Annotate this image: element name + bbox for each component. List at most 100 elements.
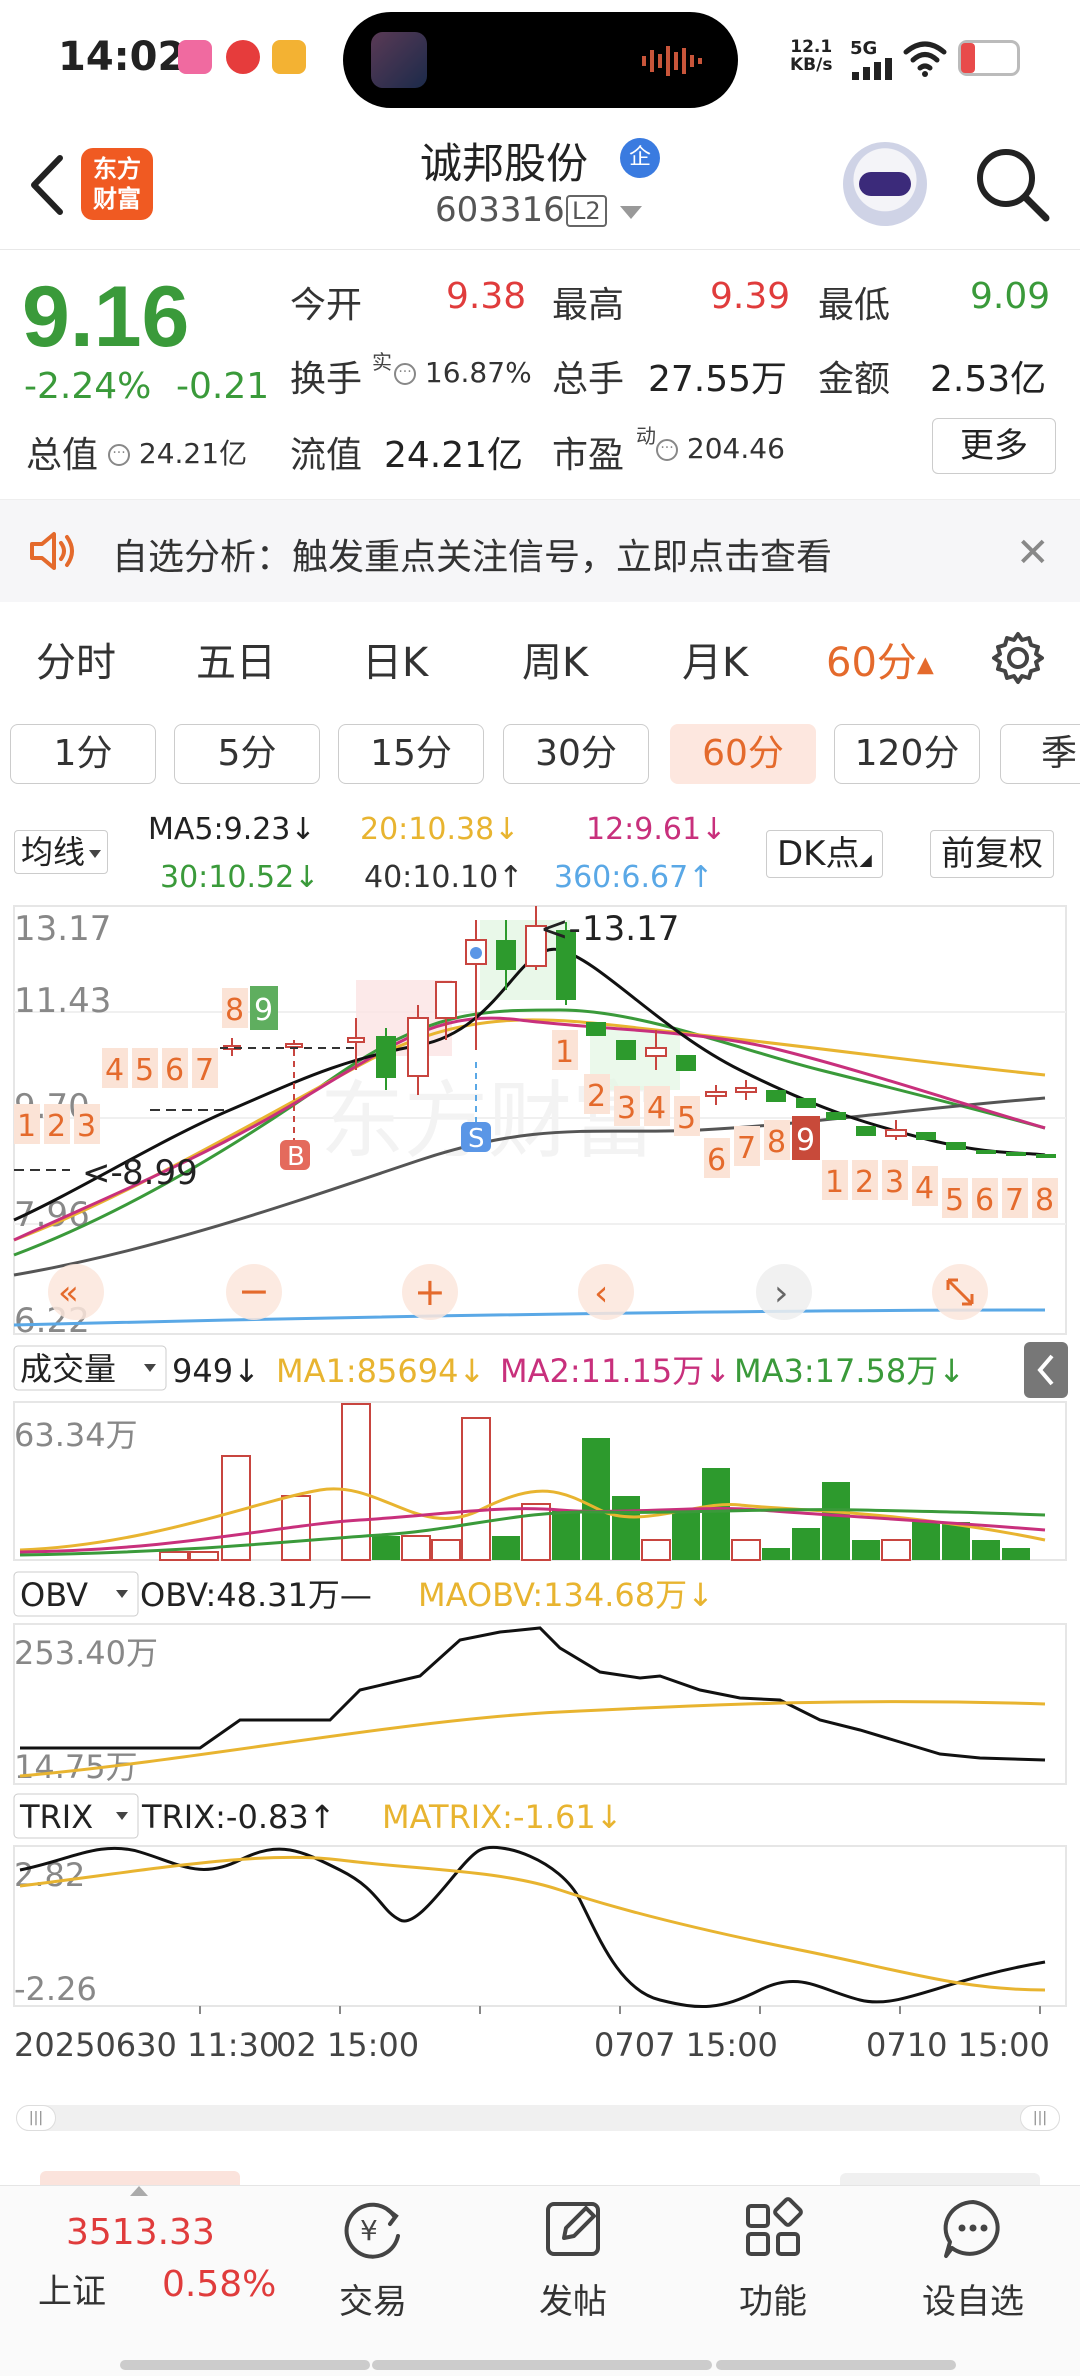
- tab-five-day[interactable]: 五日: [196, 630, 276, 688]
- range-scroller[interactable]: ||| |||: [16, 2105, 1060, 2131]
- alert-banner[interactable]: 自选分析：触发重点关注信号，立即点击查看 ✕: [0, 500, 1080, 602]
- market-cap-value: 24.21亿: [138, 437, 248, 470]
- robot-assistant-icon[interactable]: [843, 142, 927, 226]
- volume-bar: [822, 1482, 850, 1560]
- alert-text: 自选分析：触发重点关注信号，立即点击查看: [112, 537, 833, 578]
- volume-y-max: 63.34万: [14, 1416, 138, 1454]
- nav-add-watchlist-label: 设自选: [922, 2282, 1024, 2322]
- candle: [705, 1091, 727, 1097]
- signal-dot: [470, 947, 482, 959]
- tab-weekly-k[interactable]: 周K: [522, 630, 588, 688]
- count-a-1: 1: [17, 1109, 36, 1144]
- main-indicator-select[interactable]: 均线: [14, 830, 109, 874]
- dk-point-button[interactable]: DK点◢: [766, 830, 883, 878]
- battery-icon: [958, 40, 1020, 76]
- count-c-8: 8: [1035, 1183, 1054, 1218]
- app-logo[interactable]: 东方 财富: [81, 148, 153, 220]
- volume-bar: [702, 1468, 730, 1560]
- album-art-icon: [371, 32, 427, 88]
- obv-select-label: OBV: [20, 1576, 88, 1614]
- caret-down-icon[interactable]: [620, 206, 642, 219]
- gear-icon[interactable]: [990, 630, 1046, 686]
- tab-quarter[interactable]: 季: [1000, 724, 1080, 784]
- volume-ma2: MA2:11.15万↓: [500, 1352, 731, 1390]
- tab-monthly-k[interactable]: 月K: [682, 630, 748, 688]
- candle: [616, 1040, 636, 1060]
- candle: [1006, 1152, 1026, 1156]
- info-icon[interactable]: ···: [394, 363, 416, 385]
- search-icon[interactable]: [972, 144, 1052, 224]
- turnover-value-wrap: ··· 16.87%: [394, 356, 532, 389]
- corner-caret-icon: ◢: [859, 850, 872, 869]
- tab-60min-minute[interactable]: 60分: [670, 724, 816, 784]
- sell-marker-label: S: [468, 1124, 485, 1154]
- info-icon[interactable]: ···: [108, 444, 130, 466]
- trix-line: [19, 1845, 1046, 2008]
- nav-post[interactable]: 发帖: [508, 2196, 638, 2336]
- tab-60min[interactable]: 60分▲: [826, 630, 934, 688]
- stock-code[interactable]: 603316: [435, 190, 565, 230]
- obv-value: OBV:48.31万—: [140, 1576, 372, 1614]
- net-speed-unit: KB/s: [790, 55, 833, 75]
- candle: [347, 1037, 365, 1043]
- change-percent: -2.24%: [24, 366, 152, 407]
- tab-intraday[interactable]: 分时: [36, 630, 116, 688]
- matrix-line: [19, 1855, 1046, 1992]
- tab-daily-k[interactable]: 日K: [362, 630, 428, 688]
- nav-add-watchlist[interactable]: 设自选: [908, 2196, 1038, 2336]
- index-value[interactable]: 3513.33: [66, 2212, 215, 2253]
- low-label: 最低: [818, 285, 891, 326]
- ma12-value: 12:9.61↓: [586, 812, 727, 847]
- count-c-5: 5: [945, 1183, 964, 1218]
- count-b-5: 5: [677, 1101, 696, 1136]
- adjust-button[interactable]: 前复权: [930, 830, 1054, 878]
- nav-trade[interactable]: ¥ 交易: [308, 2196, 438, 2336]
- tab-120min[interactable]: 120分: [834, 724, 980, 784]
- low-value: 9.09: [970, 276, 1051, 317]
- trix-y-min: -2.26: [14, 1970, 97, 2008]
- count-c-3: 3: [885, 1165, 904, 1200]
- index-name: 上证: [38, 2272, 106, 2312]
- tab-15min[interactable]: 15分: [338, 724, 484, 784]
- range-handle-left[interactable]: |||: [16, 2105, 56, 2131]
- caret-up-icon: [130, 2186, 148, 2196]
- bilibili-app-icon: [178, 40, 212, 74]
- ma20-value: 20:10.38↓: [360, 812, 520, 847]
- info-icon[interactable]: ···: [656, 439, 678, 461]
- level-badge[interactable]: L2: [566, 195, 607, 227]
- dynamic-island[interactable]: [343, 12, 738, 108]
- ma30-value: 30:10.52↓: [160, 860, 320, 895]
- close-icon[interactable]: ✕: [1016, 530, 1050, 576]
- range-handle-right[interactable]: |||: [1020, 2105, 1060, 2131]
- turnover-value: 16.87%: [424, 356, 532, 389]
- obv-frame: [13, 1623, 1067, 1785]
- volume-bar: [792, 1528, 820, 1560]
- plus-icon: +: [414, 1270, 446, 1314]
- count-b-7: 7: [737, 1131, 756, 1166]
- home-indicator-segment: [716, 2360, 956, 2370]
- volume-bar: [552, 1510, 580, 1560]
- kline-chart[interactable]: 东方财富 13.17 11.43 9.70 7.96 6.22: [0, 898, 1080, 2088]
- tab-30min[interactable]: 30分: [503, 724, 649, 784]
- tab-5min[interactable]: 5分: [174, 724, 320, 784]
- candle: [496, 940, 516, 970]
- obv-line: [20, 1626, 1046, 1762]
- speaker-icon: [30, 532, 74, 570]
- tab-1min[interactable]: 1分: [10, 724, 156, 784]
- home-indicator-segment: [120, 2360, 370, 2370]
- logo-line-1: 东方: [93, 155, 141, 183]
- yen-refresh-icon: ¥: [344, 2202, 400, 2259]
- low-mark-label: 8.99: [122, 1153, 198, 1193]
- candle: [1036, 1154, 1056, 1158]
- candle: [586, 1022, 606, 1036]
- volume-ma3: MA3:17.58万↓: [734, 1352, 965, 1390]
- time-ticks: [199, 2006, 1041, 2014]
- chevron-left-icon[interactable]: [22, 150, 72, 220]
- more-button[interactable]: 更多: [932, 418, 1056, 474]
- side-panel-toggle[interactable]: [1024, 1342, 1068, 1398]
- amount-value: 2.53亿: [930, 359, 1047, 400]
- nav-features[interactable]: 功能: [708, 2196, 838, 2336]
- minute-tabs: 1分 5分 15分 30分 60分 120分 季: [0, 718, 1080, 790]
- obv-y-min: 14.75万: [14, 1748, 138, 1786]
- count-a-5: 5: [135, 1053, 154, 1088]
